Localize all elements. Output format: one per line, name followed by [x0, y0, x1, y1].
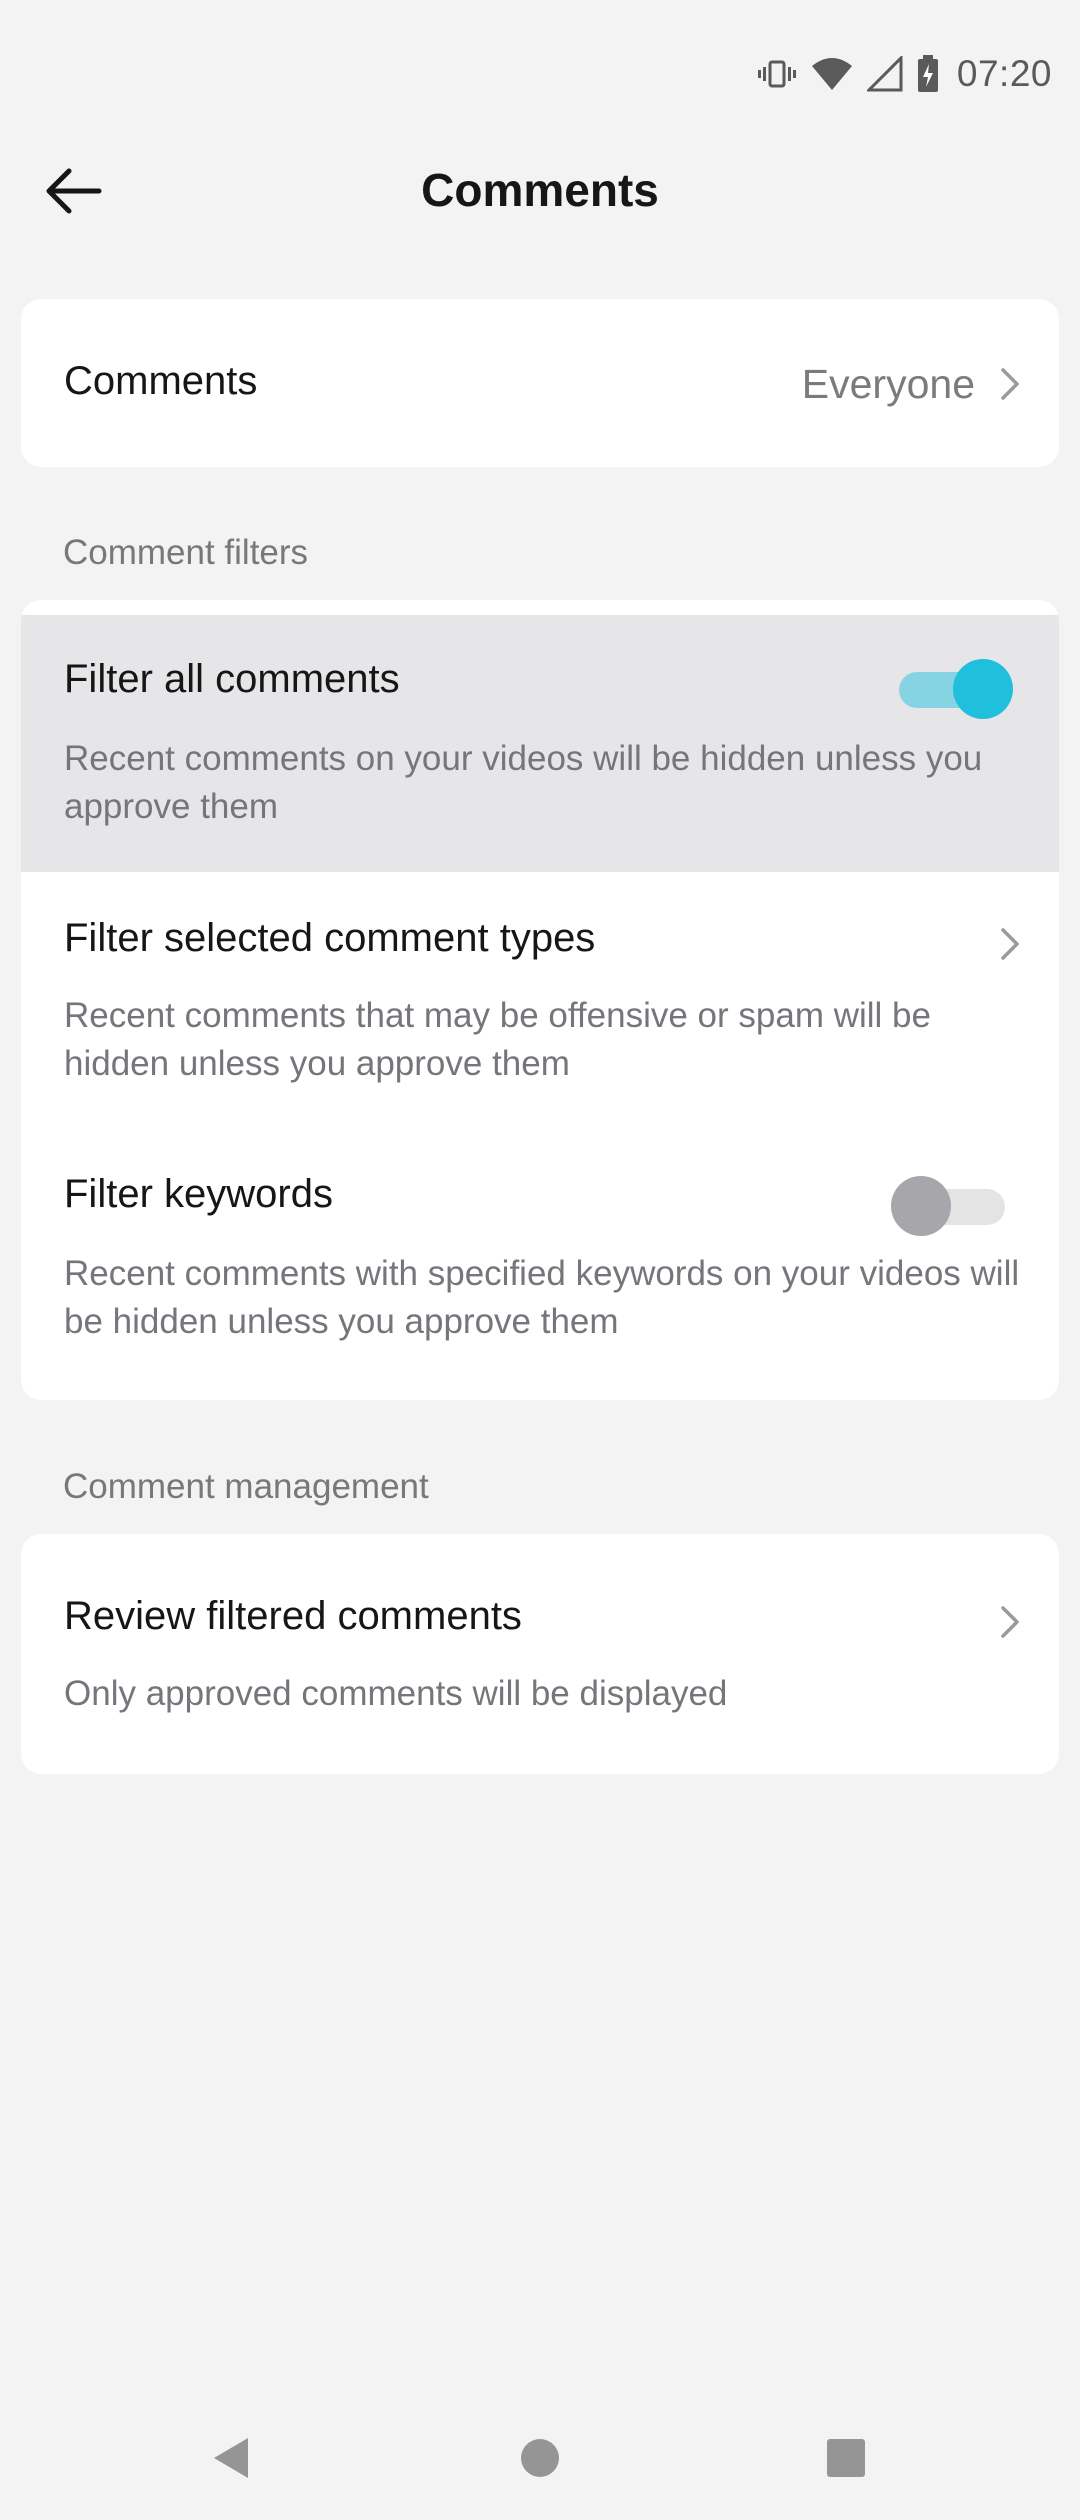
comment-filters-heading: Comment filters [63, 533, 309, 572]
chevron-right-icon [995, 926, 1023, 962]
nav-back-button[interactable] [190, 2420, 270, 2500]
filter-selected-types-row[interactable]: Filter selected comment types Recent com… [21, 872, 1059, 1130]
nav-recents-button[interactable] [806, 2420, 886, 2500]
filter-all-comments-row[interactable]: Filter all comments Recent comments on y… [21, 615, 1059, 872]
filter-all-comments-title: Filter all comments [64, 657, 400, 701]
filter-keywords-row[interactable]: Filter keywords Recent comments with spe… [21, 1130, 1059, 1388]
toggle-knob [891, 1176, 951, 1236]
review-filtered-comments-description: Only approved comments will be displayed [64, 1674, 728, 1713]
recents-square-icon [825, 2437, 867, 2484]
vibrate-icon [757, 54, 797, 94]
system-nav-bar [0, 2400, 1080, 2520]
filter-keywords-toggle[interactable] [891, 1174, 1011, 1236]
filter-keywords-title: Filter keywords [64, 1172, 333, 1216]
wifi-icon [811, 56, 853, 92]
comments-setting-card: Comments Everyone [21, 299, 1059, 467]
review-filtered-comments-row[interactable]: Review filtered comments Only approved c… [21, 1534, 1059, 1774]
review-filtered-comments-title: Review filtered comments [64, 1594, 522, 1638]
filter-keywords-description: Recent comments with specified keywords … [64, 1254, 1020, 1341]
status-time: 07:20 [956, 53, 1052, 94]
chevron-right-icon [995, 1604, 1023, 1640]
chevron-right-icon [995, 366, 1023, 402]
home-circle-icon [519, 2437, 561, 2484]
back-triangle-icon [208, 2434, 252, 2487]
comment-filters-card: Filter all comments Recent comments on y… [21, 600, 1059, 1400]
page-title: Comments [421, 164, 659, 216]
comments-visibility-label: Comments [64, 359, 258, 403]
battery-charging-icon [917, 55, 939, 93]
filter-all-comments-description: Recent comments on your videos will be h… [64, 739, 983, 826]
comments-visibility-row[interactable]: Comments Everyone [21, 299, 1059, 467]
status-bar: 07:20 [0, 0, 1080, 145]
filter-all-comments-toggle[interactable] [895, 657, 1015, 719]
comment-management-heading: Comment management [63, 1467, 429, 1506]
nav-home-button[interactable] [500, 2420, 580, 2500]
comment-management-card: Review filtered comments Only approved c… [21, 1534, 1059, 1774]
filter-selected-types-description: Recent comments that may be offensive or… [64, 996, 931, 1083]
status-icons: 07:20 [757, 50, 1052, 98]
comments-visibility-value: Everyone [801, 361, 975, 407]
filter-selected-types-title: Filter selected comment types [64, 916, 596, 960]
toggle-knob [953, 659, 1013, 719]
header: Comments [0, 145, 1080, 233]
cell-signal-icon [866, 56, 903, 92]
